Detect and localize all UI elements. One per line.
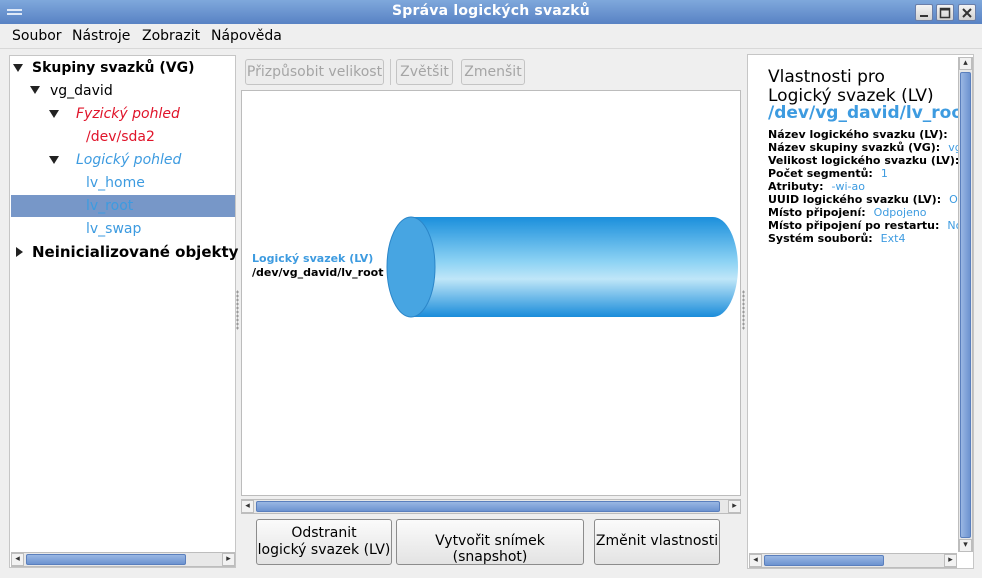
tree-lv-swap[interactable]: lv_swap <box>86 218 141 240</box>
vg-tree[interactable]: Skupiny svazků (VG) vg_david Fyzický poh… <box>9 55 238 568</box>
tree-lv-home[interactable]: lv_home <box>86 172 145 194</box>
prop-row: Místo připojení: Odpojeno <box>768 206 927 219</box>
expander-vg-root[interactable] <box>13 64 23 72</box>
left-splitter-grip[interactable] <box>236 290 239 330</box>
properties-panel: Vlastnosti pro Logický svazek (LV) /dev/… <box>747 54 974 569</box>
expander-vg-david[interactable] <box>30 86 40 94</box>
properties-heading-1: Vlastnosti pro <box>768 67 885 87</box>
expander-uninitialized[interactable] <box>16 247 23 257</box>
remove-lv-label-1: Odstranit <box>291 525 357 541</box>
remove-lv-button[interactable]: Odstranit logický svazek (LV) <box>256 519 392 565</box>
prop-row: UUID logického svazku (LV): O <box>768 193 958 206</box>
prop-row: Systém souborů: Ext4 <box>768 232 906 245</box>
menu-napoveda[interactable]: Nápověda <box>211 28 282 44</box>
maximize-icon <box>939 7 951 19</box>
scroll-left-icon[interactable]: ◂ <box>241 500 254 513</box>
remove-lv-label-2: logický svazek (LV) <box>257 542 391 558</box>
lv-cylinder[interactable] <box>386 215 738 319</box>
scroll-up-icon[interactable]: ▴ <box>959 57 972 70</box>
resize-button[interactable]: Přizpůsobit velikost <box>245 59 384 85</box>
scrollbar-thumb[interactable] <box>256 501 720 512</box>
prop-row: Název skupiny svazků (VG): vg <box>768 141 962 154</box>
tree-pv-sda2[interactable]: /dev/sda2 <box>86 126 155 148</box>
close-icon <box>962 8 972 18</box>
prop-row: Místo připojení po restartu: No <box>768 219 963 232</box>
menu-zobrazit[interactable]: Zobrazit <box>142 28 200 44</box>
minimize-icon <box>920 15 928 17</box>
toolbar-separator <box>390 59 391 85</box>
canvas-lv-path-label: /dev/vg_david/lv_root <box>252 266 384 279</box>
scrollbar-thumb[interactable] <box>960 72 971 538</box>
scroll-right-icon[interactable]: ▸ <box>944 554 957 567</box>
scrollbar-thumb[interactable] <box>764 555 884 566</box>
tree-volume-groups[interactable]: Skupiny svazků (VG) <box>32 57 194 79</box>
edit-properties-button[interactable]: Změnit vlastnosti <box>594 519 720 565</box>
menu-bar: Soubor Nástroje Zobrazit Nápověda <box>0 24 982 49</box>
tree-vg-david[interactable]: vg_david <box>50 80 113 102</box>
scroll-right-icon[interactable]: ▸ <box>728 500 741 513</box>
maximize-button[interactable] <box>936 4 954 21</box>
properties-horizontal-scrollbar[interactable]: ◂ ▸ <box>749 553 957 568</box>
prop-row: Velikost logického svazku (LV): <box>768 154 960 167</box>
scroll-left-icon[interactable]: ◂ <box>11 553 24 566</box>
tree-physical-view[interactable]: Fyzický pohled <box>76 103 180 125</box>
expander-physical-view[interactable] <box>49 110 59 118</box>
zoom-in-button[interactable]: Zvětšit <box>396 59 453 85</box>
canvas-lv-type-label: Logický svazek (LV) <box>252 252 374 265</box>
close-button[interactable] <box>958 4 976 21</box>
tree-uninitialized-objects[interactable]: Neinicializované objekty <box>32 241 238 263</box>
properties-label: Změnit vlastnosti <box>595 533 719 549</box>
right-splitter-grip[interactable] <box>742 290 745 330</box>
tree-horizontal-scrollbar[interactable]: ◂ ▸ <box>11 552 235 567</box>
prop-row: Název logického svazku (LV): <box>768 128 948 141</box>
menu-soubor[interactable]: Soubor <box>12 28 62 44</box>
lv-diagram-canvas[interactable]: Logický svazek (LV) /dev/vg_david/lv_roo… <box>241 90 741 496</box>
scroll-left-icon[interactable]: ◂ <box>749 554 762 567</box>
snapshot-label: Vytvořit snímek (snapshot) <box>435 533 545 565</box>
canvas-horizontal-scrollbar[interactable]: ◂ ▸ <box>241 499 741 514</box>
expander-logical-view[interactable] <box>49 156 59 164</box>
title-bar: Správa logických svazků <box>0 0 982 24</box>
tree-lv-root[interactable]: lv_root <box>86 195 133 217</box>
menu-nastroje[interactable]: Nástroje <box>72 28 130 44</box>
minimize-button[interactable] <box>915 4 933 21</box>
scrollbar-thumb[interactable] <box>26 554 186 565</box>
scroll-right-icon[interactable]: ▸ <box>222 553 235 566</box>
create-snapshot-button[interactable]: Vytvořit snímek (snapshot) <box>396 519 584 565</box>
properties-vertical-scrollbar[interactable]: ▴ ▾ <box>958 57 973 552</box>
prop-row: Počet segmentů: 1 <box>768 167 888 180</box>
properties-lv-path: /dev/vg_david/lv_root <box>768 103 972 123</box>
window-title: Správa logických svazků <box>392 3 590 19</box>
zoom-out-button[interactable]: Zmenšit <box>461 59 525 85</box>
tree-logical-view[interactable]: Logický pohled <box>76 149 181 171</box>
prop-row: Atributy: -wi-ao <box>768 180 865 193</box>
scroll-down-icon[interactable]: ▾ <box>959 539 972 552</box>
